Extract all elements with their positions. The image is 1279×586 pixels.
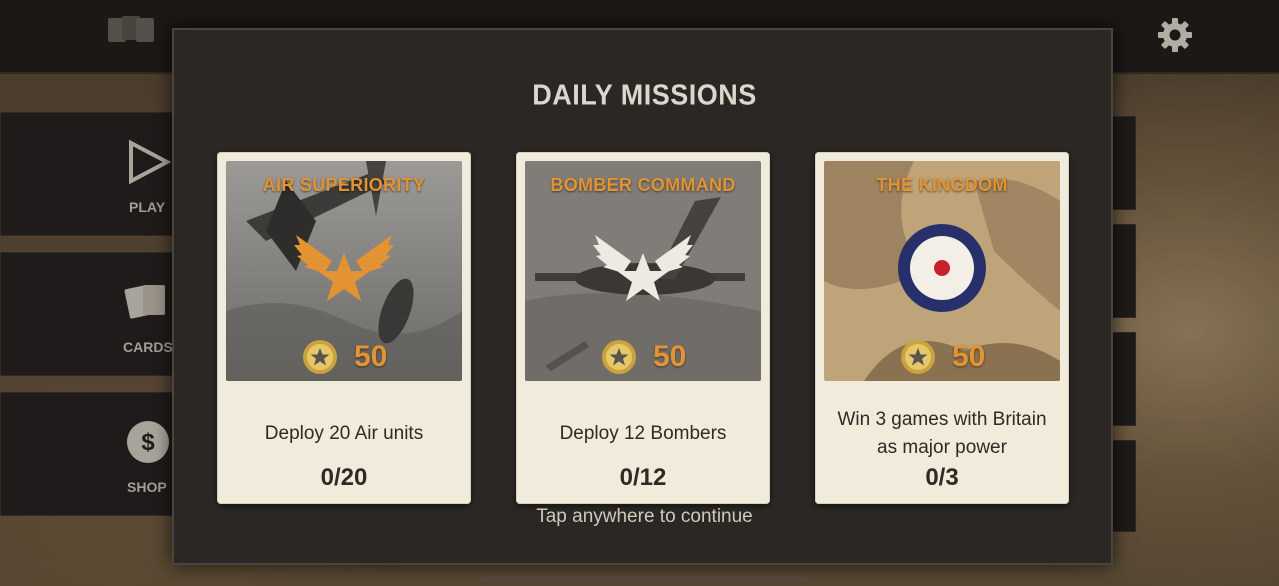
mission-description: Deploy 12 Bombers	[559, 423, 727, 444]
coin-icon	[302, 339, 338, 375]
daily-missions-modal[interactable]: DAILY MISSIONS AIR SUPERIORITY 50 Deploy…	[172, 28, 1113, 565]
modal-title: DAILY MISSIONS	[532, 79, 757, 111]
mission-progress: 0/12	[619, 464, 667, 491]
coin-icon	[900, 339, 936, 375]
mission-description: Win 3 games with Britain as major power	[837, 409, 1047, 458]
mission-name: THE KINGDOM	[876, 175, 1008, 195]
winged-star-icon	[294, 235, 394, 301]
reward-value: 50	[952, 340, 986, 373]
reward-value: 50	[653, 340, 687, 373]
mission-card: BOMBER COMMAND 50 Deploy 12 Bombers 0/12	[516, 152, 770, 504]
mission-art: THE KINGDOM 50	[824, 161, 1060, 381]
mission-name: BOMBER COMMAND	[550, 175, 736, 195]
reward: 50	[900, 337, 985, 377]
mission-card: THE KINGDOM 50 Win 3 games with Britain …	[815, 152, 1069, 504]
mission-art: BOMBER COMMAND 50	[525, 161, 761, 381]
mission-art: AIR SUPERIORITY 50	[226, 161, 462, 381]
mission-card: AIR SUPERIORITY 50 Deploy 20 Air units 0…	[217, 152, 471, 504]
winged-star-icon	[593, 235, 693, 301]
mission-progress: 0/20	[320, 464, 368, 491]
reward-value: 50	[354, 340, 388, 373]
mission-description: Deploy 20 Air units	[264, 423, 424, 444]
raf-roundel-icon	[898, 224, 986, 312]
reward: 50	[302, 337, 387, 377]
mission-name: AIR SUPERIORITY	[262, 175, 426, 195]
mission-progress: 0/3	[925, 464, 959, 491]
reward: 50	[601, 337, 686, 377]
continue-hint: Tap anywhere to continue	[536, 506, 753, 527]
coin-icon	[601, 339, 637, 375]
